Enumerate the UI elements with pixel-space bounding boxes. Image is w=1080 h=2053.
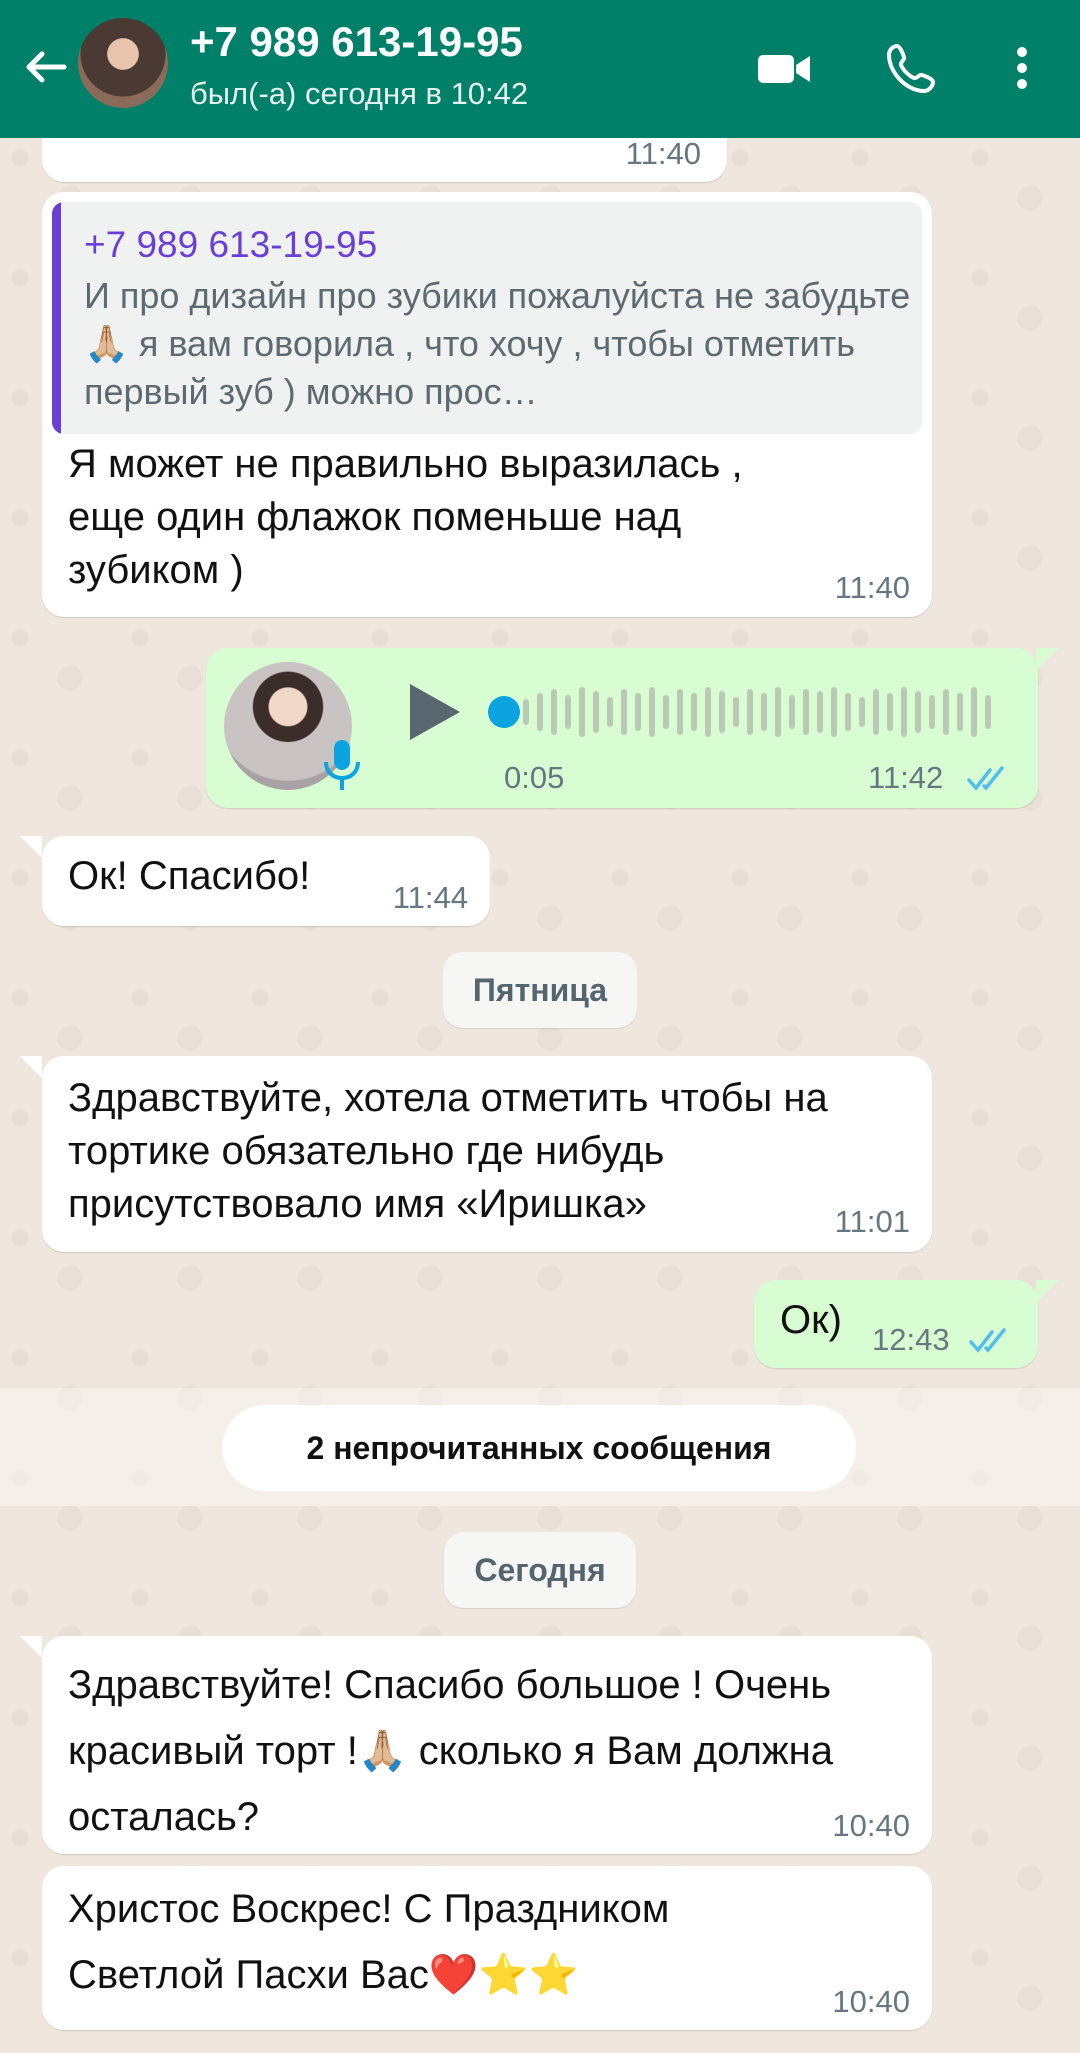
video-call-icon[interactable] [754, 38, 814, 98]
bubble-tail [20, 836, 42, 858]
message-time: 12:43 [872, 1322, 950, 1357]
message-bubble-incoming-reply[interactable]: +7 989 613-19-95 И про дизайн про зубики… [42, 192, 932, 617]
quoted-message[interactable]: +7 989 613-19-95 И про дизайн про зубики… [52, 202, 922, 434]
avatar[interactable] [78, 18, 168, 108]
message-text: Ок) [780, 1298, 842, 1342]
contact-name[interactable]: +7 989 613-19-95 [190, 18, 523, 66]
message-bubble-incoming[interactable]: Христос Воскрес! С Праздником Светлой Па… [42, 1866, 932, 2030]
unread-messages-label: 2 непрочитанных сообщения [222, 1405, 856, 1491]
bubble-tail [1036, 1280, 1058, 1302]
more-vertical-icon[interactable] [1000, 38, 1060, 98]
message-time: 11:01 [834, 1204, 910, 1239]
message-time: 10:40 [832, 1808, 910, 1843]
quote-text: И про дизайн про зубики пожалуйста не за… [84, 275, 922, 412]
quote-author: +7 989 613-19-95 [84, 224, 378, 265]
message-text: Христос Воскрес! С Праздником Светлой Па… [68, 1887, 670, 1997]
chat-header: +7 989 613-19-95 был(-а) сегодня в 10:42 [0, 0, 1080, 138]
message-time: 11:40 [834, 570, 910, 605]
last-seen-status: был(-а) сегодня в 10:42 [190, 76, 529, 111]
message-bubble-incoming[interactable]: Ок! Спасибо! 11:44 [42, 836, 490, 926]
microphone-icon [320, 738, 364, 792]
message-time: 10:40 [832, 1984, 910, 2019]
play-icon[interactable] [404, 680, 464, 744]
back-arrow-icon[interactable] [18, 40, 72, 94]
date-divider: Сегодня [444, 1532, 636, 1608]
message-time: 11:44 [392, 880, 468, 915]
message-bubble-incoming[interactable]: Здравствуйте! Спасибо большое ! Очень кр… [42, 1636, 932, 1854]
message-text: Я может не правильно выразилась , еще од… [68, 442, 743, 592]
message-time: 11:40 [625, 136, 701, 171]
bubble-tail [20, 1056, 42, 1078]
quote-accent-bar [52, 202, 61, 434]
message-time: 11:42 [868, 760, 944, 795]
message-text: Ок! Спасибо! [68, 854, 311, 898]
bubble-tail [20, 1636, 42, 1658]
phone-call-icon[interactable] [882, 38, 942, 98]
message-text: Здравствуйте! Спасибо большое ! Очень кр… [68, 1663, 833, 1839]
read-ticks-icon [966, 764, 1012, 794]
date-divider: Пятница [443, 952, 637, 1028]
voice-duration: 0:05 [504, 760, 565, 795]
audio-waveform[interactable] [484, 680, 1004, 744]
message-bubble-incoming[interactable]: Здравствуйте, хотела отметить чтобы на т… [42, 1056, 932, 1252]
bubble-tail [1036, 648, 1058, 670]
message-text: Здравствуйте, хотела отметить чтобы на т… [68, 1076, 828, 1226]
message-bubble-outgoing[interactable]: Ок) 12:43 [754, 1280, 1038, 1368]
read-ticks-icon [968, 1326, 1014, 1356]
